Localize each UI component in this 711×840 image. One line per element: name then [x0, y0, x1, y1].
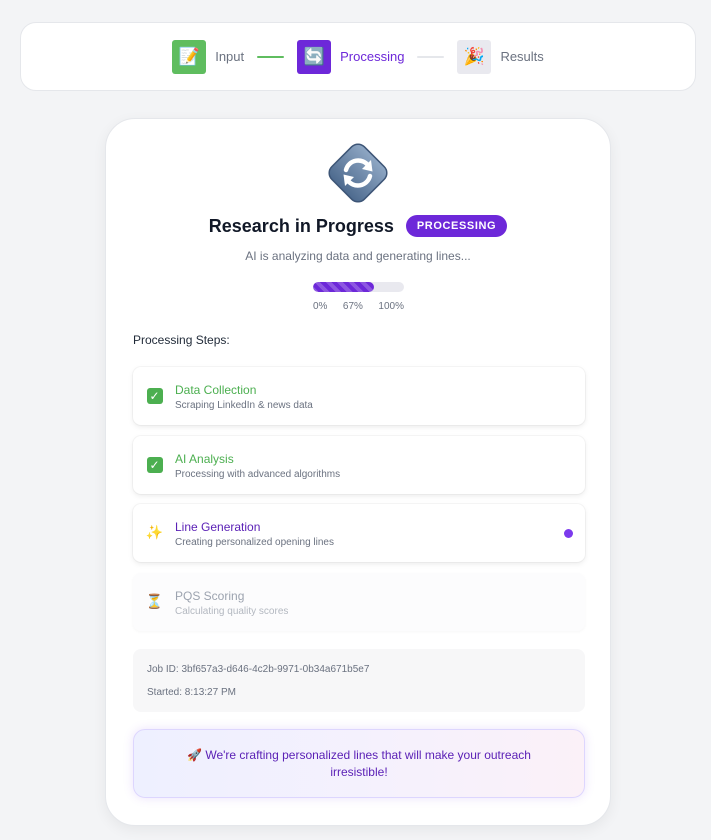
processing-step-description: Calculating quality scores	[175, 606, 289, 617]
processing-step-title: PQS Scoring	[175, 589, 245, 603]
step-connector	[417, 55, 445, 58]
step-connector	[257, 55, 285, 58]
processing-step-title: AI Analysis	[175, 452, 234, 466]
progress-bar-fill	[313, 282, 374, 292]
progress-label-start: 0%	[313, 301, 328, 312]
processing-step-pqs-scoring: ⏳ PQS Scoring Calculating quality scores	[133, 573, 585, 631]
progress-label-current: 67%	[342, 301, 363, 312]
processing-step-data-collection: ✓ Data Collection Scraping LinkedIn & ne…	[133, 367, 585, 425]
step-processing: 🔄 Processing	[297, 39, 405, 74]
step-results-label: Results	[500, 49, 544, 64]
job-info: Job ID: 3bf657a3-d646-4c2b-9971-0b34a671…	[133, 649, 585, 712]
processing-steps-heading: Processing Steps:	[133, 333, 230, 347]
encouragement-message: 🚀 We're crafting personalized lines that…	[133, 729, 585, 798]
hourglass-icon: ⏳	[145, 593, 164, 609]
check-box-icon: ✓	[146, 456, 163, 473]
status-header: Research in Progress PROCESSING	[106, 214, 610, 238]
encouragement-text: 🚀 We're crafting personalized lines that…	[187, 747, 531, 779]
processing-step-ai-analysis: ✓ AI Analysis Processing with advanced a…	[133, 436, 585, 494]
memo-icon: 📝	[172, 39, 207, 74]
status-badge: PROCESSING	[405, 215, 508, 237]
step-input: 📝 Input	[172, 39, 245, 74]
processing-step-line-generation: ✨ Line Generation Creating personalized …	[133, 504, 585, 562]
check-box-icon: ✓	[146, 387, 163, 404]
processing-step-title: Data Collection	[175, 383, 257, 397]
step-input-label: Input	[215, 49, 245, 64]
processing-step-title: Line Generation	[175, 520, 261, 534]
refresh-icon	[328, 143, 388, 203]
page-title: Research in Progress	[208, 215, 394, 236]
refresh-icon: 🔄	[297, 39, 332, 74]
active-indicator-dot	[564, 529, 573, 538]
step-results: 🎉 Results	[457, 39, 544, 74]
sparkles-icon: ✨	[145, 524, 164, 540]
processing-step-description: Creating personalized opening lines	[175, 537, 334, 548]
research-status-card: Research in Progress PROCESSING AI is an…	[105, 118, 611, 826]
progress-bar	[313, 282, 404, 292]
job-id: Job ID: 3bf657a3-d646-4c2b-9971-0b34a671…	[147, 664, 370, 675]
status-subtitle: AI is analyzing data and generating line…	[245, 249, 471, 263]
progress-label-end: 100%	[378, 301, 404, 312]
step-processing-label: Processing	[340, 49, 405, 64]
processing-step-description: Scraping LinkedIn & news data	[175, 400, 313, 411]
progress-stepper: 📝 Input 🔄 Processing 🎉 Results	[20, 22, 696, 91]
processing-step-description: Processing with advanced algorithms	[175, 469, 341, 480]
progress-labels: 0% 67% 100%	[313, 301, 404, 312]
job-started-time: Started: 8:13:27 PM	[147, 687, 236, 698]
party-popper-icon: 🎉	[457, 39, 492, 74]
